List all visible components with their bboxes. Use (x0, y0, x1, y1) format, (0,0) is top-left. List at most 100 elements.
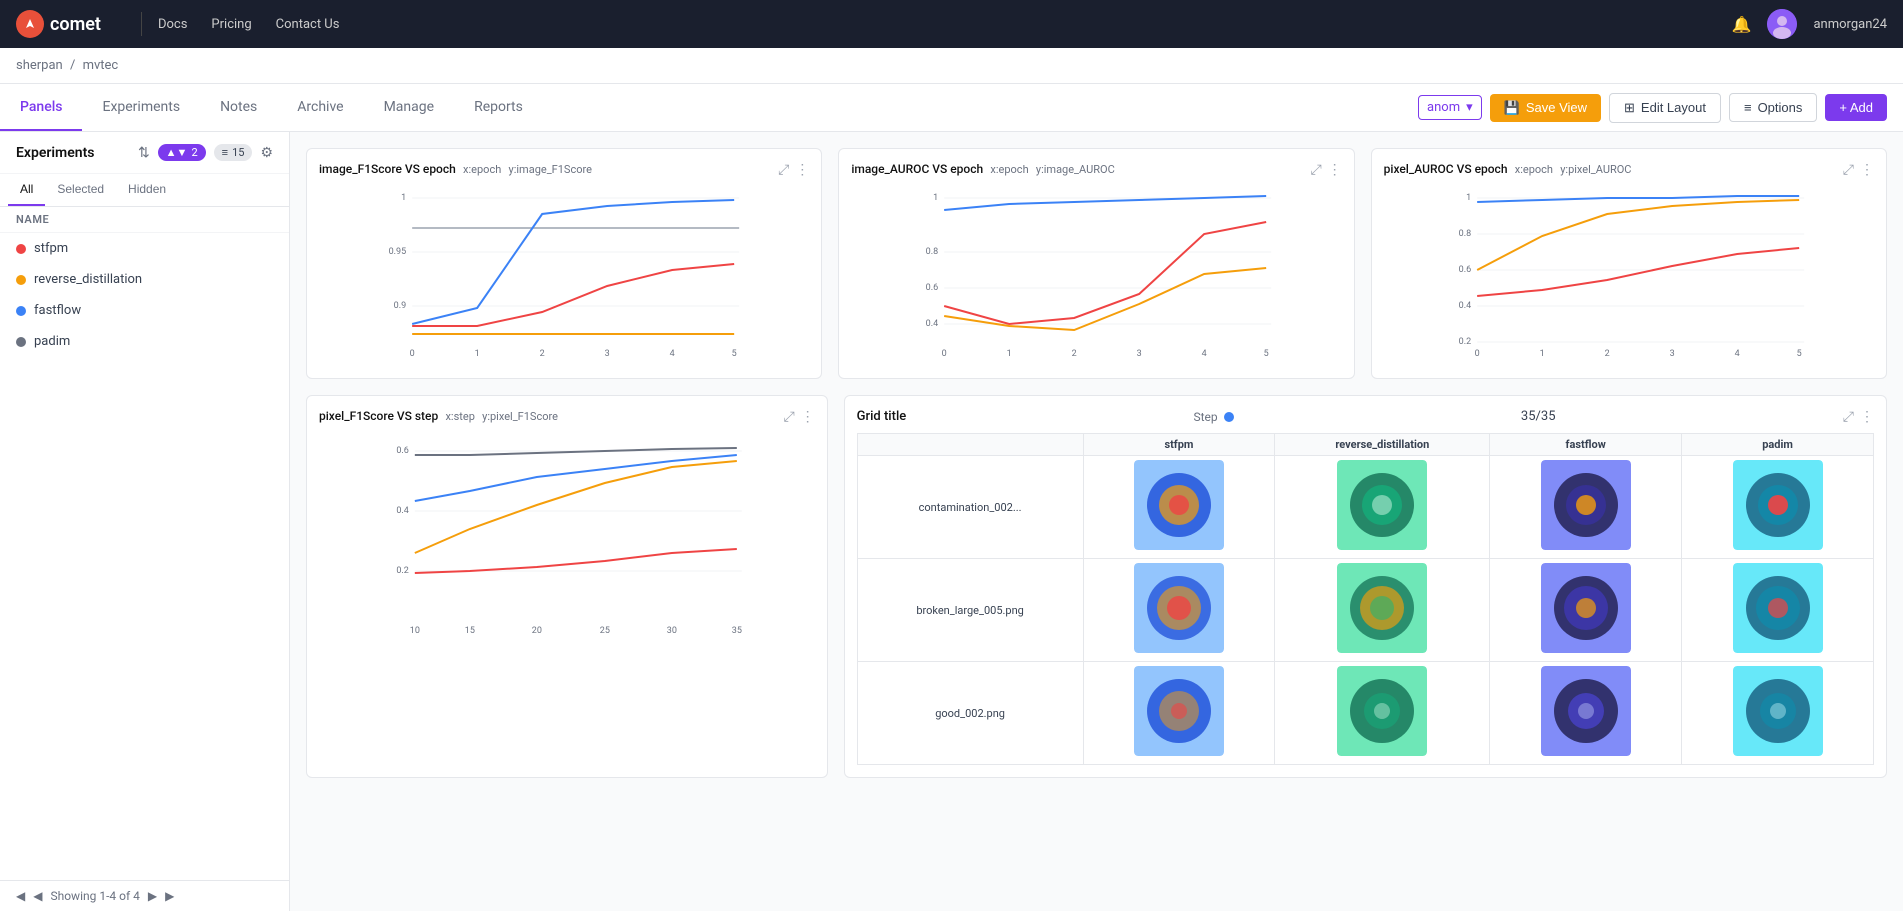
row-label-1: broken_large_005.png (857, 559, 1083, 662)
experiment-item-reverse-distillation[interactable]: reverse_distillation (0, 264, 289, 295)
layout-icon: ⊞ (1624, 100, 1635, 116)
chart3-title-area: pixel_AUROC VS epoch x:epoch y:pixel_AUR… (1384, 162, 1632, 177)
user-dropdown[interactable]: anom ▾ (1418, 95, 1482, 120)
img-svg-0-3 (1733, 460, 1823, 550)
username[interactable]: anmorgan24 (1813, 17, 1887, 32)
tab-panels[interactable]: Panels (0, 84, 82, 131)
svg-text:0.2: 0.2 (396, 566, 409, 576)
experiment-tabs: All Selected Hidden (0, 174, 289, 207)
chart2-expand-button[interactable]: ⤢ (1310, 161, 1321, 178)
chart2-title: image_AUROC VS epoch (851, 162, 983, 176)
svg-text:4: 4 (1734, 349, 1739, 359)
chart1-menu-button[interactable]: ⋮ (795, 161, 809, 178)
svg-text:3: 3 (605, 349, 610, 359)
exp-name-stfpm: stfpm (34, 241, 68, 256)
grid-menu-button[interactable]: ⋮ (1860, 408, 1874, 425)
edit-layout-label: Edit Layout (1641, 100, 1706, 115)
tab-reports[interactable]: Reports (454, 84, 543, 131)
img-svg-2-1 (1337, 666, 1427, 756)
notification-icon[interactable]: 🔔 (1732, 15, 1752, 34)
tab-manage[interactable]: Manage (364, 84, 454, 131)
options-button[interactable]: ≡ Options (1729, 93, 1817, 122)
logo-text: comet (50, 14, 101, 35)
edit-layout-button[interactable]: ⊞ Edit Layout (1609, 93, 1721, 123)
image-grid-header: Grid title Step 35/35 ⤢ ⋮ (857, 408, 1874, 425)
page-prev-button[interactable]: ◀ (16, 889, 25, 903)
grid-expand-button[interactable]: ⤢ (1843, 408, 1854, 425)
filter-icon: ▲▼ (166, 146, 188, 159)
chart2-title-area: image_AUROC VS epoch x:epoch y:image_AUR… (851, 162, 1114, 177)
page-next-button[interactable]: ▶ (148, 889, 157, 903)
nav-link-contact[interactable]: Contact Us (276, 17, 340, 32)
image-grid-header-row: stfpm reverse_distillation fastflow padi… (857, 434, 1873, 456)
chart4-menu-button[interactable]: ⋮ (801, 408, 815, 425)
chart3-title: pixel_AUROC VS epoch (1384, 162, 1508, 176)
exp-color-padim (16, 337, 26, 347)
top-navigation: comet Docs Pricing Contact Us 🔔 anmorgan… (0, 0, 1903, 48)
experiment-item-fastflow[interactable]: fastflow (0, 295, 289, 326)
tab-all[interactable]: All (8, 174, 45, 206)
nav-actions: anom ▾ 💾 Save View ⊞ Edit Layout ≡ Optio… (1418, 93, 1903, 123)
chart1-expand-button[interactable]: ⤢ (778, 161, 789, 178)
page-prev2-button[interactable]: ◀ (33, 889, 42, 903)
sort-icon[interactable]: ⇅ (138, 145, 150, 161)
exp-name-padim: padim (34, 334, 70, 349)
filter-count: 2 (191, 146, 197, 159)
img-cell-0-3 (1682, 456, 1874, 559)
experiment-item-padim[interactable]: padim (0, 326, 289, 357)
svg-text:2: 2 (540, 349, 545, 359)
chart2-header: image_AUROC VS epoch x:epoch y:image_AUR… (851, 161, 1341, 178)
column-header: NAME (0, 207, 289, 233)
svg-text:25: 25 (600, 626, 610, 636)
chart4-title-area: pixel_F1Score VS step x:step y:pixel_F1S… (319, 409, 558, 424)
svg-text:1: 1 (1007, 349, 1012, 359)
img-svg-0-0 (1134, 460, 1224, 550)
breadcrumb-project[interactable]: mvtec (83, 58, 119, 73)
img-svg-2-2 (1541, 666, 1631, 756)
img-svg-1-1 (1337, 563, 1427, 653)
main-content: image_F1Score VS epoch x:epoch y:image_F… (290, 132, 1903, 911)
settings-icon[interactable]: ⚙ (260, 145, 273, 161)
chart4-y-axis: y:pixel_F1Score (482, 410, 558, 423)
table-row: good_002.png (857, 662, 1873, 765)
chart3-menu-button[interactable]: ⋮ (1860, 161, 1874, 178)
row-label-0: contamination_002... (857, 456, 1083, 559)
exp-name-fastflow: fastflow (34, 303, 81, 318)
tab-hidden[interactable]: Hidden (116, 174, 178, 206)
chart3-expand-button[interactable]: ⤢ (1843, 161, 1854, 178)
add-button[interactable]: + Add (1825, 94, 1887, 121)
list-icon: ≡ (222, 146, 228, 159)
save-view-button[interactable]: 💾 Save View (1490, 94, 1601, 122)
tab-experiments[interactable]: Experiments (82, 84, 200, 131)
filter-badge[interactable]: ▲▼ 2 (158, 144, 206, 161)
img-cell-1-3 (1682, 559, 1874, 662)
chart2-y-axis: y:image_AUROC (1036, 163, 1115, 176)
step-label: Step (1194, 410, 1218, 424)
svg-text:20: 20 (532, 626, 542, 636)
tab-notes[interactable]: Notes (200, 84, 277, 131)
page-next2-button[interactable]: ▶ (165, 889, 174, 903)
chart4-expand-button[interactable]: ⤢ (783, 408, 794, 425)
main-layout: Experiments ⇅ ▲▼ 2 ≡ 15 ⚙ All Selected H… (0, 132, 1903, 911)
tab-selected[interactable]: Selected (45, 174, 116, 206)
nav-link-docs[interactable]: Docs (158, 17, 187, 32)
chart1-actions: ⤢ ⋮ (778, 161, 809, 178)
svg-text:5: 5 (1264, 349, 1269, 359)
chart2-menu-button[interactable]: ⋮ (1328, 161, 1342, 178)
table-row: broken_large_005.png (857, 559, 1873, 662)
tab-archive[interactable]: Archive (277, 84, 363, 131)
img-svg-1-2 (1541, 563, 1631, 653)
svg-text:0: 0 (1474, 349, 1479, 359)
logo[interactable]: comet (16, 10, 101, 38)
list-badge[interactable]: ≡ 15 (214, 144, 253, 161)
nav-link-pricing[interactable]: Pricing (211, 17, 251, 32)
breadcrumb-workspace[interactable]: sherpan (16, 58, 63, 73)
svg-text:4: 4 (670, 349, 675, 359)
bottom-grid: pixel_F1Score VS step x:step y:pixel_F1S… (306, 395, 1887, 778)
sidebar-controls: ⇅ ▲▼ 2 ≡ 15 ⚙ (138, 144, 273, 161)
chart4-header: pixel_F1Score VS step x:step y:pixel_F1S… (319, 408, 815, 425)
experiment-item-stfpm[interactable]: stfpm (0, 233, 289, 264)
user-dropdown-label: anom (1427, 100, 1460, 115)
grid-actions: ⤢ ⋮ (1843, 408, 1874, 425)
chart3-area: 1 0.8 0.6 0.4 0.2 0 1 2 (1384, 186, 1874, 366)
